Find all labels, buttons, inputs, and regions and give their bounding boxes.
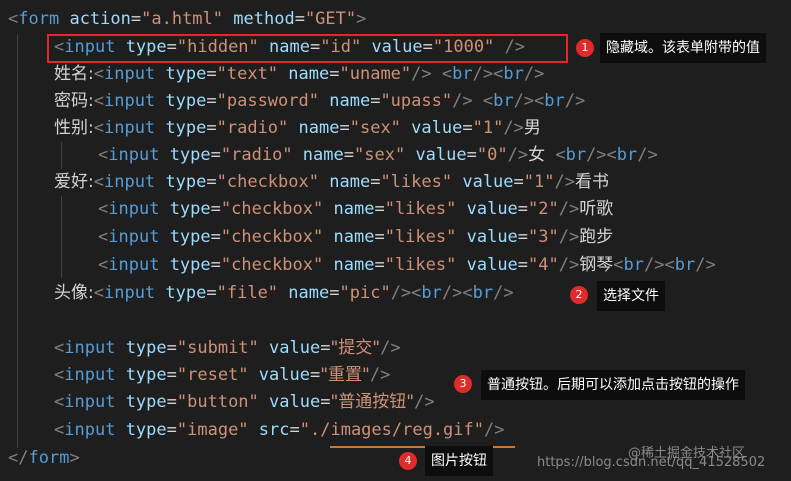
code-line-image: <input type="image" src="./images/reg.gi…	[54, 420, 505, 440]
code-line-uname: 姓名:<input type="text" name="uname"/> <br…	[54, 64, 545, 84]
code-line-upass: 密码:<input type="password" name="upass"/>…	[54, 91, 586, 111]
code-line-submit: <input type="submit" value="提交"/>	[54, 338, 401, 358]
indent-guide	[17, 34, 18, 448]
watermark-url: https://blog.csdn.net/qq_41528502	[537, 455, 766, 470]
code-line-file: 头像:<input type="file" name="pic"/><br/><…	[54, 283, 514, 303]
code-editor: <form action="a.html" method="GET"> <inp…	[0, 0, 791, 481]
code-line-likes-2: <input type="checkbox" name="likes" valu…	[98, 199, 614, 219]
code-line-sex-male: 性别:<input type="radio" name="sex" value=…	[54, 118, 541, 138]
code-line-form-open: <form action="a.html" method="GET">	[8, 9, 367, 29]
annotation-note-3: 普通按钮。后期可以添加点击按钮的操作	[481, 370, 745, 400]
code-line-likes-3: <input type="checkbox" name="likes" valu…	[98, 227, 614, 247]
indent-guide	[61, 142, 62, 169]
annotation-note-4: 图片按钮	[425, 446, 493, 476]
annotation-note-1: 隐藏域。该表单附带的值	[600, 33, 766, 63]
code-line-likes-4: <input type="checkbox" name="likes" valu…	[98, 255, 716, 275]
annotation-badge-3: 3	[454, 375, 472, 393]
code-line-form-close: </form>	[8, 448, 80, 468]
highlight-box	[47, 34, 568, 63]
code-line-likes-1: 爱好:<input type="checkbox" name="likes" v…	[54, 172, 609, 192]
code-line-sex-female: <input type="radio" name="sex" value="0"…	[98, 145, 658, 165]
code-line-reset: <input type="reset" value="重置"/>	[54, 365, 391, 385]
annotation-badge-1: 1	[576, 39, 594, 57]
annotation-badge-4: 4	[399, 452, 417, 470]
indent-guide	[61, 196, 62, 278]
annotation-badge-2: 2	[570, 286, 588, 304]
code-line-button: <input type="button" value="普通按钮"/>	[54, 392, 435, 412]
annotation-note-2: 选择文件	[597, 281, 665, 311]
